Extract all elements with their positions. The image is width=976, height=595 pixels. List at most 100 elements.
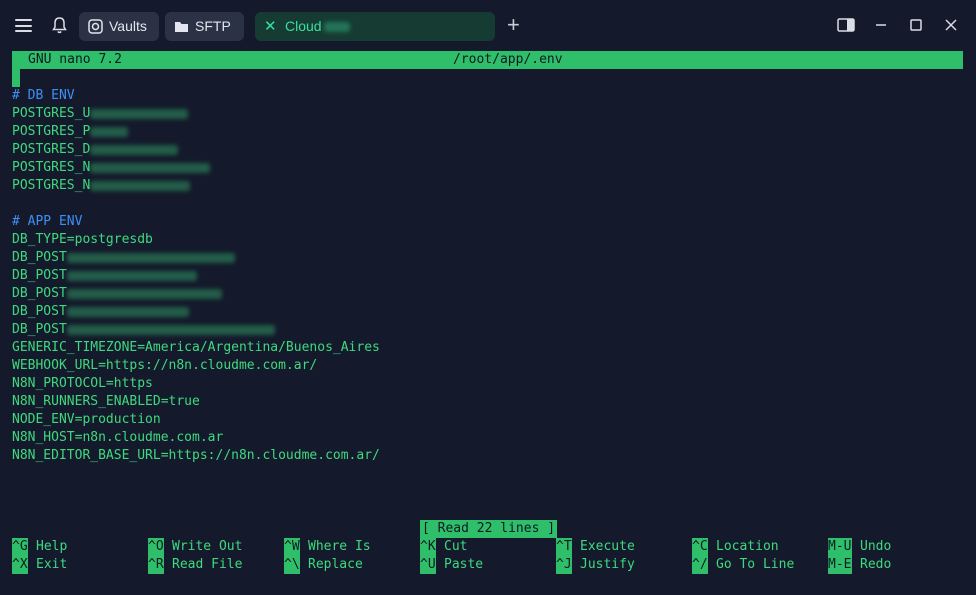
shortcut-cut[interactable]: ^K Cut [420,538,467,556]
shortcut-write-out[interactable]: ^O Write Out [148,538,242,556]
shortcut-key: ^T [556,538,572,556]
file-line: DB_TYPE=postgresdb [12,231,153,249]
file-line-text: DB_TYPE=postgresdb [12,232,153,247]
text-cursor [12,69,20,87]
shortcut-go-to-line[interactable]: ^/ Go To Line [692,556,794,574]
shortcut-label: Go To Line [716,557,795,572]
redacted-value [90,162,211,173]
nano-filename: /root/app/.env [453,52,563,67]
file-line-text: N8N_PROTOCOL=https [12,376,153,391]
shortcut-label: Location [716,539,779,554]
close-icon[interactable]: ✕ [264,12,277,41]
file-line-text: POSTGRES_N [12,178,91,193]
tab-sftp-label: SFTP [195,18,231,34]
redacted-value [66,306,189,317]
bell-icon[interactable] [51,16,68,35]
shortcut-label: Execute [580,539,635,554]
nano-version: GNU nano 7.2 [28,52,122,67]
file-line-text: POSTGRES_U [12,106,91,121]
shortcut-execute[interactable]: ^T Execute [556,538,635,556]
file-line-text: DB_POST [12,322,67,337]
file-line-text: DB_POST [12,304,67,319]
file-line-text: DB_POST [12,250,67,265]
shortcut-exit[interactable]: ^X Exit [12,556,67,574]
file-line: N8N_EDITOR_BASE_URL=https://n8n.cloudme.… [12,447,380,465]
maximize-icon[interactable] [906,15,926,35]
shortcut-key: ^K [420,538,436,556]
shortcut-justify[interactable]: ^J Justify [556,556,635,574]
shortcut-key: ^X [12,556,28,574]
file-line-text: POSTGRES_D [12,142,91,157]
shortcut-key: ^R [148,556,164,574]
shortcut-where-is[interactable]: ^W Where Is [284,538,371,556]
vault-icon [88,19,103,34]
folder-icon [175,22,188,32]
file-line-text: N8N_EDITOR_BASE_URL=https://n8n.cloudme.… [12,448,380,463]
shortcut-label: Replace [308,557,363,572]
shortcut-paste[interactable]: ^U Paste [420,556,483,574]
file-line: WEBHOOK_URL=https://n8n.cloudme.com.ar/ [12,357,317,375]
file-line: POSTGRES_D [12,141,179,159]
close-window-icon[interactable] [941,15,961,35]
redacted-value [90,126,129,137]
file-line-text: DB_POST [12,286,67,301]
tab-sftp[interactable]: SFTP [165,12,244,41]
status-message: [ Read 22 lines ] [420,520,558,538]
file-line-text: N8N_RUNNERS_ENABLED=true [12,394,200,409]
file-line-text: POSTGRES_N [12,160,91,175]
redacted-value [66,288,222,299]
shortcut-replace[interactable]: ^\ Replace [284,556,363,574]
file-line: POSTGRES_P [12,123,129,141]
shortcut-key: ^W [284,538,300,556]
file-line-text: GENERIC_TIMEZONE=America/Argentina/Bueno… [12,340,380,355]
shortcut-key: ^G [12,538,28,556]
shortcut-label: Exit [36,557,68,572]
shortcut-key: ^C [692,538,708,556]
nano-header-bar: GNU nano 7.2 /root/app/.env [12,51,963,69]
shortcut-key: ^O [148,538,164,556]
shortcut-key: M-E [828,556,852,574]
file-line-text: POSTGRES_P [12,124,91,139]
tab-vaults-label: Vaults [109,18,147,34]
shortcut-label: Help [36,539,68,554]
redacted-value [66,252,235,263]
comment-line: # DB ENV [12,87,75,105]
shortcut-label: Where Is [308,539,371,554]
shortcut-location[interactable]: ^C Location [692,538,779,556]
shortcut-help[interactable]: ^G Help [12,538,67,556]
file-line-text: # APP ENV [12,214,83,229]
shortcut-undo[interactable]: M-U Undo [828,538,891,556]
shortcut-key: ^J [556,556,572,574]
new-tab-icon[interactable]: + [507,13,520,37]
sidebar-toggle-icon[interactable] [836,15,856,35]
file-line: DB_POST [12,321,275,339]
file-line: DB_POST [12,285,222,303]
comment-line: # APP ENV [12,213,82,231]
file-line: POSTGRES_N [12,177,191,195]
tab-cloud-label: Cloud [285,18,322,34]
file-line: GENERIC_TIMEZONE=America/Argentina/Bueno… [12,339,380,357]
shortcut-label: Justify [580,557,635,572]
redacted-value [66,324,275,335]
shortcut-key: ^/ [692,556,708,574]
file-line: NODE_ENV=production [12,411,161,429]
file-line-text: NODE_ENV=production [12,412,161,427]
file-line: N8N_PROTOCOL=https [12,375,153,393]
shortcut-label: Write Out [172,539,243,554]
shortcut-label: Paste [444,557,484,572]
minimize-icon[interactable] [871,15,891,35]
file-line-text: N8N_HOST=n8n.cloudme.com.ar [12,430,224,445]
menu-icon[interactable] [15,19,32,32]
shortcut-read-file[interactable]: ^R Read File [148,556,242,574]
file-line-text: WEBHOOK_URL=https://n8n.cloudme.com.ar/ [12,358,318,373]
tab-cloud[interactable]: ✕ Cloud [255,12,495,41]
file-line: POSTGRES_U [12,105,189,123]
file-line: N8N_RUNNERS_ENABLED=true [12,393,200,411]
file-line: N8N_HOST=n8n.cloudme.com.ar [12,429,223,447]
terminal[interactable]: GNU nano 7.2 /root/app/.env # DB ENV POST… [0,51,976,595]
tab-vaults[interactable]: Vaults [79,12,159,41]
title-bar: Vaults SFTP ✕ Cloud + [0,0,976,51]
file-line: DB_POST [12,249,235,267]
redacted-hostname [323,22,350,33]
shortcut-redo[interactable]: M-E Redo [828,556,891,574]
